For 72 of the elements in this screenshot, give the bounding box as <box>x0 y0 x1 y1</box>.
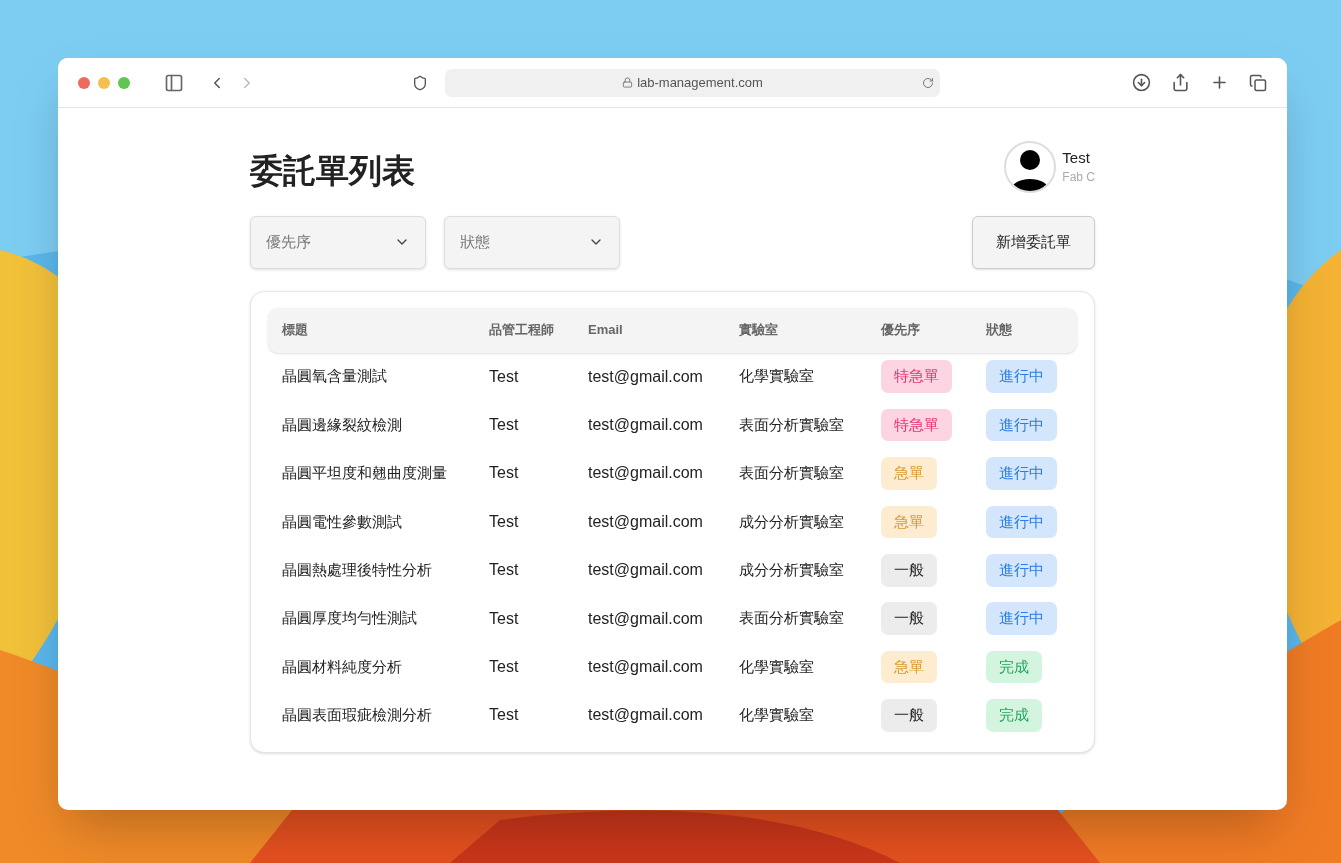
page-title: 委託單列表 <box>250 151 415 191</box>
priority-badge: 特急單 <box>881 360 952 393</box>
column-header: Email <box>588 321 624 340</box>
priority-badge: 急單 <box>881 457 937 490</box>
url-text: lab-management.com <box>637 73 763 92</box>
priority-badge: 一般 <box>881 602 937 635</box>
table-cell-text: Test <box>489 657 520 678</box>
table-cell-text: 晶圓厚度均勻性測試 <box>282 608 418 629</box>
table-cell-text: 化學實驗室 <box>739 705 815 726</box>
column-header: 品管工程師 <box>489 321 555 340</box>
user-org: Fab C <box>1062 169 1095 186</box>
user-name: Test <box>1062 148 1091 168</box>
column-header: 實驗室 <box>739 321 779 340</box>
table-cell-text: 晶圓電性參數測試 <box>282 511 403 532</box>
table-cell-text: 晶圓熱處理後特性分析 <box>282 560 433 580</box>
table-cell-text: 晶圓平坦度和翹曲度測量 <box>282 463 448 484</box>
status-badge: 進行中 <box>986 554 1057 587</box>
table-cell-text: test@gmail.com <box>588 705 704 726</box>
download-icon[interactable] <box>1132 73 1151 92</box>
reload-icon[interactable] <box>922 76 934 89</box>
filter-dropdown[interactable]: 優先序 <box>250 215 426 269</box>
table-cell-text: 化學實驗室 <box>739 366 815 387</box>
filter-dropdown[interactable]: 狀態 <box>444 215 620 269</box>
table-cell-text: 晶圓氧含量測試 <box>282 366 388 387</box>
tabs-icon[interactable] <box>1249 73 1267 92</box>
status-badge: 完成 <box>986 650 1042 684</box>
column-header: 標題 <box>282 321 309 340</box>
table-cell-text: Test <box>489 511 520 532</box>
table-cell-text: 成分分析實驗室 <box>739 560 845 580</box>
new-tab-icon[interactable] <box>1210 73 1229 92</box>
status-badge: 進行中 <box>986 457 1057 490</box>
table-cell-text: Test <box>489 366 520 387</box>
table-cell-text: 表面分析實驗室 <box>739 608 845 629</box>
table-cell-text: 成分分析實驗室 <box>739 511 845 532</box>
table-cell-text: Test <box>489 560 520 581</box>
table-cell-text: 表面分析實驗室 <box>739 414 845 435</box>
table-cell-text: test@gmail.com <box>588 657 704 678</box>
lock-icon <box>622 77 634 88</box>
priority-badge: 急單 <box>881 505 937 539</box>
table-cell-text: Test <box>489 415 520 436</box>
status-badge: 進行中 <box>986 360 1057 393</box>
table-cell-text: 晶圓表面瑕疵檢測分析 <box>282 705 433 726</box>
status-badge: 進行中 <box>986 505 1057 539</box>
status-badge: 進行中 <box>986 602 1057 635</box>
avatar[interactable] <box>1004 141 1057 193</box>
table-cell-text: test@gmail.com <box>588 511 704 532</box>
table-cell-text: test@gmail.com <box>588 415 704 436</box>
table-cell-text: test@gmail.com <box>588 560 704 581</box>
table-cell-text: 化學實驗室 <box>739 656 815 677</box>
table-cell-text: Test <box>489 463 520 484</box>
column-header: 狀態 <box>986 321 1013 340</box>
priority-badge: 急單 <box>881 650 937 684</box>
table-cell-text: 晶圓邊緣裂紋檢測 <box>282 414 403 435</box>
priority-badge: 一般 <box>881 554 937 587</box>
table-cell-text: test@gmail.com <box>588 366 704 387</box>
table-cell-text: 表面分析實驗室 <box>739 463 845 484</box>
sidebar-icon[interactable] <box>164 72 184 93</box>
priority-badge: 特急單 <box>881 408 952 442</box>
table-cell-text: Test <box>489 705 520 726</box>
new-order-button[interactable]: 新增委託單 <box>972 215 1095 269</box>
table-cell-text: Test <box>489 608 520 629</box>
table-cell-text: 晶圓材料純度分析 <box>282 656 403 677</box>
share-icon[interactable] <box>1171 73 1190 92</box>
status-badge: 完成 <box>986 699 1042 732</box>
priority-badge: 一般 <box>881 699 937 732</box>
close-icon[interactable] <box>78 76 90 89</box>
column-header: 優先序 <box>881 321 921 340</box>
status-badge: 進行中 <box>986 408 1057 442</box>
address-bar[interactable]: lab-management.com <box>445 68 940 97</box>
table-cell-text: test@gmail.com <box>588 463 704 484</box>
shield-icon[interactable] <box>412 74 428 91</box>
table-cell-text: test@gmail.com <box>588 608 704 629</box>
